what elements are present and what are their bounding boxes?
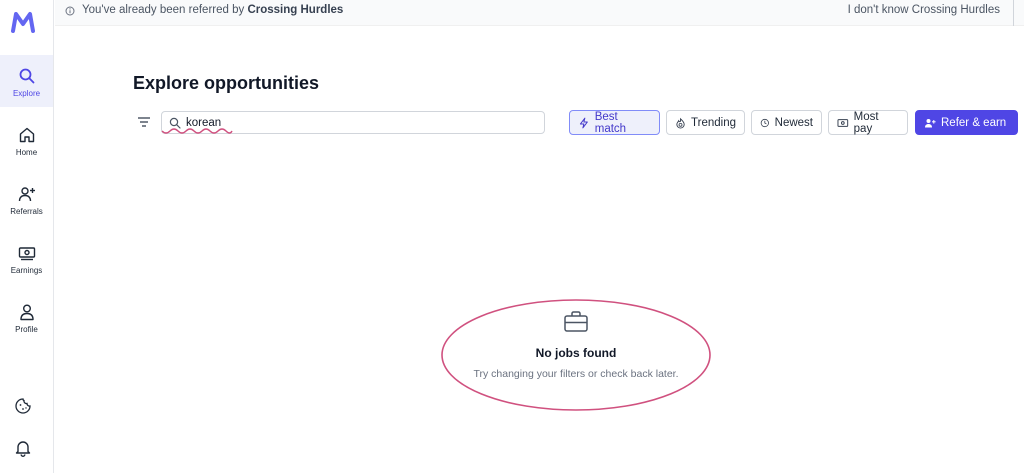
annotation-ellipse: [441, 299, 711, 411]
add-user-icon: [18, 187, 35, 202]
referral-banner: You've already been referred by Crossing…: [55, 0, 1024, 26]
search-icon: [19, 68, 34, 84]
lightning-icon: [579, 117, 588, 128]
sort-trending-button[interactable]: Trending: [666, 110, 745, 135]
sidebar-item-label: Referrals: [10, 207, 43, 216]
sidebar-item-home[interactable]: Home: [0, 114, 53, 166]
logo-icon[interactable]: [11, 11, 35, 33]
annotation-squiggle: [161, 128, 233, 134]
clock-icon: [760, 118, 769, 127]
add-user-icon: [925, 118, 936, 127]
search-input[interactable]: [186, 114, 526, 131]
sort-most-pay-label: Most pay: [853, 110, 879, 135]
referral-prefix: You've already been referred by: [82, 4, 245, 16]
info-icon: [65, 6, 75, 16]
sidebar-item-label: Home: [15, 148, 38, 157]
sort-best-match-button[interactable]: Best match: [569, 110, 660, 135]
sort-most-pay-button[interactable]: Most pay: [828, 110, 908, 135]
sort-best-match-label: Best match: [594, 110, 627, 135]
sidebar-item-label: Explore: [12, 89, 41, 98]
refer-and-earn-button[interactable]: Refer & earn: [915, 110, 1018, 135]
cookie-icon[interactable]: [14, 397, 32, 415]
sidebar-item-referrals[interactable]: Referrals: [0, 173, 53, 225]
sort-newest-label: Newest: [774, 116, 813, 129]
sort-newest-button[interactable]: Newest: [751, 110, 822, 135]
money-icon: [837, 118, 849, 127]
home-icon: [19, 127, 34, 143]
sidebar-item-profile[interactable]: Profile: [0, 291, 53, 343]
sidebar-item-label: Profile: [15, 325, 38, 334]
user-icon: [19, 304, 34, 321]
refer-and-earn-label: Refer & earn: [941, 116, 1007, 129]
bell-icon[interactable]: [14, 439, 32, 457]
sidebar-item-explore[interactable]: Explore: [0, 55, 53, 107]
referrer-name: Crossing Hurdles: [247, 4, 344, 16]
referral-message: You've already been referred by Crossing…: [82, 4, 343, 16]
money-icon: [18, 247, 35, 261]
page-title: Explore opportunities: [133, 73, 320, 93]
trending-icon: [676, 117, 685, 129]
filter-icon[interactable]: [137, 116, 151, 128]
dont-know-referrer-link[interactable]: I don't know Crossing Hurdles: [848, 4, 1000, 16]
sidebar: Explore Home Referrals Earnings Profile: [0, 0, 54, 473]
banner-divider: [1013, 0, 1014, 26]
sidebar-item-label: Earnings: [10, 266, 43, 275]
sort-trending-label: Trending: [691, 116, 736, 129]
sidebar-item-earnings[interactable]: Earnings: [0, 232, 53, 284]
